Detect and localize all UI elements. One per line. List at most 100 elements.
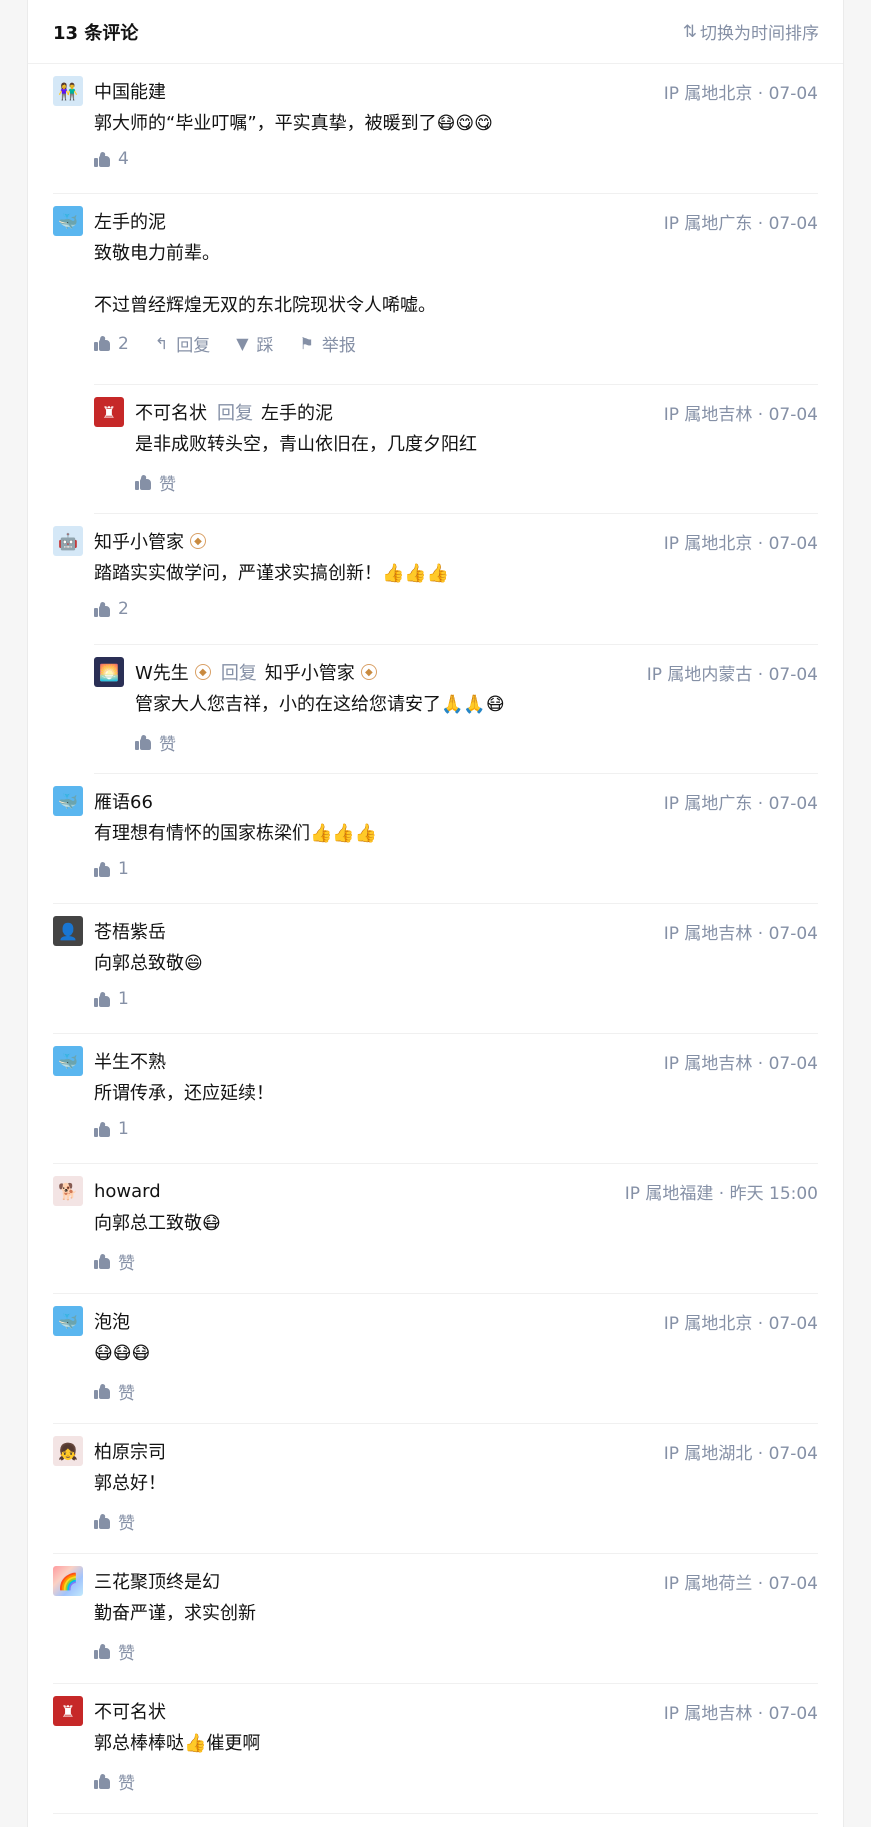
comment-content-line: 致敬电力前辈。 (94, 243, 220, 264)
like-button[interactable]: 1 (94, 1119, 129, 1139)
avatar[interactable]: 🐕 (53, 1176, 83, 1206)
comment-author[interactable]: howard (94, 1181, 161, 1202)
comment-meta: IP 属地内蒙古 · 07-04 (646, 664, 818, 685)
comment-item: 🐳 雁语66 IP 属地广东 · 07-04 有理想有情怀的国家栋梁们👍👍👍 1 (53, 774, 818, 904)
report-label: 举报 (321, 336, 356, 356)
thumbs-up-icon (94, 1773, 110, 1789)
reply-arrow-icon: ↰ (154, 334, 169, 353)
comment-meta: IP 属地吉林 · 07-04 (663, 923, 818, 944)
comment-content: 郭总好！ (94, 1473, 166, 1494)
like-count: 赞 (118, 1774, 135, 1794)
comment-content: 郭总棒棒哒👍催更啊 (94, 1733, 261, 1754)
avatar[interactable]: ♜ (94, 397, 124, 427)
comment-author[interactable]: 不可名状 (94, 1698, 166, 1724)
comment-author[interactable]: 三花聚顶终是幻 (94, 1568, 220, 1594)
sort-toggle-button[interactable]: ⇅ 切换为时间排序 (683, 19, 819, 45)
avatar[interactable]: 🌅 (94, 657, 124, 687)
comment-author[interactable]: 知乎小管家 (94, 528, 184, 554)
comment-meta: IP 属地湖北 · 07-04 (663, 1443, 818, 1464)
thumbs-down-icon: ▼ (236, 334, 249, 353)
comment-author[interactable]: 半生不熟 (94, 1048, 166, 1074)
comment-meta: IP 属地北京 · 07-04 (663, 1313, 818, 1334)
comment-item: 🐕 howard IP 属地福建 · 昨天 15:00 向郭总工致敬😷 赞 (53, 1164, 818, 1294)
comments-panel: 13 条评论 ⇅ 切换为时间排序 👫 中国能建 IP 属地北京 · 07-04 … (27, 0, 844, 1827)
avatar[interactable]: 🌈 (53, 1566, 83, 1596)
flag-icon: ⚑ (299, 334, 314, 353)
like-button[interactable]: 赞 (94, 1379, 135, 1404)
like-button[interactable]: 2 (94, 334, 129, 354)
comment-content: 向郭总致敬😄 (94, 953, 203, 974)
comment-author[interactable]: 不可名状 (135, 399, 207, 425)
comment-content: 向郭总工致敬😷 (94, 1213, 221, 1234)
comment-content: 管家大人您吉祥，小的在这给您请安了🙏🙏😷 (135, 694, 505, 715)
avatar[interactable]: ♜ (53, 1696, 83, 1726)
reply-label: 回复 (176, 336, 211, 356)
report-button[interactable]: ⚑ 举报 (300, 331, 356, 356)
avatar[interactable]: 👧 (53, 1436, 83, 1466)
comment-author[interactable]: 柏原宗司 (94, 1438, 166, 1464)
thumbs-up-icon (94, 1383, 110, 1399)
verified-badge-icon: ◆ (190, 533, 206, 549)
comment-content: 😷😷😷 (94, 1343, 151, 1364)
thumbs-up-icon (94, 151, 110, 167)
like-count: 2 (118, 599, 129, 619)
like-button[interactable]: 赞 (135, 730, 176, 755)
comment-content-line: 不过曾经辉煌无双的东北院现状令人唏嘘。 (94, 295, 436, 316)
like-button[interactable]: 1 (94, 989, 129, 1009)
comment-meta: IP 属地荷兰 · 07-04 (663, 1573, 818, 1594)
dislike-button[interactable]: ▼ 踩 (236, 331, 273, 356)
thumbs-up-icon (94, 1253, 110, 1269)
like-button[interactable]: 赞 (94, 1769, 135, 1794)
like-button[interactable]: 2 (94, 599, 129, 619)
comment-item: 👧 柏原宗司 IP 属地湖北 · 07-04 郭总好！ 赞 (53, 1424, 818, 1554)
comment-list: 👫 中国能建 IP 属地北京 · 07-04 郭大师的“毕业叮嘱”，平实真挚，被… (28, 64, 843, 1814)
like-count: 赞 (118, 1384, 135, 1404)
thumbs-up-icon (94, 1643, 110, 1659)
comment-count-title: 13 条评论 (53, 22, 139, 44)
reply-button[interactable]: ↰ 回复 (155, 331, 210, 356)
reply-item: ♜ 不可名状 回复 左手的泥 IP 属地吉林 · 07-04 是非成败转头空，青… (94, 384, 818, 514)
avatar[interactable]: 🐳 (53, 1046, 83, 1076)
comment-author[interactable]: 雁语66 (94, 788, 153, 814)
comment-author[interactable]: 中国能建 (94, 78, 166, 104)
like-button[interactable]: 赞 (94, 1639, 135, 1664)
sort-toggle-label: 切换为时间排序 (700, 24, 819, 44)
reply-to-label: 回复 (217, 403, 253, 424)
avatar[interactable]: 🐳 (53, 206, 83, 236)
comment-author[interactable]: W先生 (135, 659, 189, 685)
thumbs-up-icon (94, 1513, 110, 1529)
comment-meta: IP 属地福建 · 昨天 15:00 (624, 1183, 818, 1204)
comment-author[interactable]: 泡泡 (94, 1308, 130, 1334)
reply-to-label: 回复 (220, 663, 257, 684)
reply-item: 🌅 W先生 ◆ 回复 知乎小管家 ◆ IP 属地内蒙古 · 07-04 管家大人… (94, 644, 818, 774)
like-button[interactable]: 4 (94, 149, 129, 169)
like-button[interactable]: 赞 (135, 470, 176, 495)
comments-header: 13 条评论 ⇅ 切换为时间排序 (28, 0, 843, 64)
like-count: 赞 (118, 1254, 135, 1274)
reply-target-author[interactable]: 知乎小管家 (265, 659, 355, 685)
comment-author[interactable]: 苍梧紫岳 (94, 918, 166, 944)
comment-content: 勤奋严谨，求实创新 (94, 1603, 256, 1624)
comment-item: 🌈 三花聚顶终是幻 IP 属地荷兰 · 07-04 勤奋严谨，求实创新 赞 (53, 1554, 818, 1684)
comment-meta: IP 属地吉林 · 07-04 (663, 1703, 818, 1724)
like-button[interactable]: 1 (94, 859, 129, 879)
comment-author[interactable]: 左手的泥 (94, 208, 166, 234)
thumbs-up-icon (94, 861, 110, 877)
avatar[interactable]: 👤 (53, 916, 83, 946)
comment-item: 🐳 半生不熟 IP 属地吉林 · 07-04 所谓传承，还应延续！ 1 (53, 1034, 818, 1164)
comment-item: 🐳 左手的泥 IP 属地广东 · 07-04 致敬电力前辈。 不过曾经辉煌无双的… (53, 194, 818, 384)
comment-item: ♜ 不可名状 IP 属地吉林 · 07-04 郭总棒棒哒👍催更啊 赞 (53, 1684, 818, 1814)
like-button[interactable]: 赞 (94, 1249, 135, 1274)
reply-target-author[interactable]: 左手的泥 (261, 399, 333, 425)
comment-content: 是非成败转头空，青山依旧在，几度夕阳红 (135, 434, 477, 455)
thumbs-up-icon (94, 335, 110, 351)
comment-meta: IP 属地北京 · 07-04 (663, 83, 818, 104)
avatar[interactable]: 👫 (53, 76, 83, 106)
like-button[interactable]: 赞 (94, 1509, 135, 1534)
comment-meta: IP 属地北京 · 07-04 (663, 533, 818, 554)
avatar[interactable]: 🐳 (53, 1306, 83, 1336)
comment-meta: IP 属地广东 · 07-04 (663, 793, 818, 814)
avatar[interactable]: 🤖 (53, 526, 83, 556)
comment-content: 致敬电力前辈。 不过曾经辉煌无双的东北院现状令人唏嘘。 (94, 241, 818, 319)
avatar[interactable]: 🐳 (53, 786, 83, 816)
